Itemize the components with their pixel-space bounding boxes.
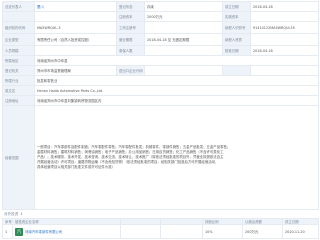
info-value: 2018-04-18 (250, 45, 319, 56)
scope-line: 金属材料销售；建筑材料销售；润滑油销售；电子产品销售；办公用品销售；日用百货销售… (37, 149, 224, 154)
info-label: 所属行业 (2, 75, 35, 86)
info-value: MA5WRQUL-3 (34, 21, 117, 34)
info-row: 注册资本 2000万元 实缴资本 (2, 11, 319, 22)
scope-line: 产品）；技术服务、技术开发、技术咨询、技术交流、技术转让、技术推广（除依法须经批… (37, 154, 224, 159)
info-label: 注册资本 (116, 11, 145, 22)
investment-count: 1 (20, 212, 23, 216)
info-value: 2018-04-18 至 无固定期限 (144, 33, 223, 46)
business-info-table: 法定代表人 覃川 登记状态 存续 成立日期 2018-04-18 注册资本 2000万元 实缴资… (2, 1, 319, 210)
investment-empty (160, 224, 203, 239)
info-label: 参保人数 (116, 45, 145, 56)
investment-ratio: 10% (202, 224, 243, 239)
investment-amount: 200万元 (242, 224, 283, 239)
investment-date: 2020-11-20 (282, 224, 319, 239)
scope-line: 具体经营项目以相关部门批准文件或许可证件为准） (37, 164, 115, 169)
info-label: 企业类型 (2, 33, 35, 46)
info-label: 纳税人识别号 (222, 21, 251, 34)
info-value (144, 45, 223, 56)
info-row: 登记机关 郑州市市场监督管理局 进出口企业代码 (2, 65, 319, 76)
info-label: 人员规模 (2, 45, 35, 56)
info-value: 批发和零售业 (34, 75, 319, 86)
address-value: 河南省郑州市中牟县刘集镇商贸物流园区内 (34, 95, 319, 106)
investment-section: 对外投资 1 序号 被投资企业名称 持股比例 认缴出资额 成立日期 1 汽河南汽车零部件有限… (0, 211, 320, 240)
scope-line: 开展经营活动）许可项目：道路货物运输（不含危险货物）（依法须经批准的项目，经相关… (37, 159, 219, 164)
info-label: 英文名 (2, 85, 35, 96)
info-row: 法定代表人 覃川 登记状态 存续 成立日期 2018-04-18 (2, 1, 319, 12)
info-value (34, 45, 117, 56)
info-value (250, 65, 319, 76)
info-label: 核准日期 (222, 45, 251, 56)
info-label: 实缴资本 (222, 11, 251, 22)
info-label: 营业期限 (116, 33, 145, 46)
legal-rep-link[interactable]: 覃川 (34, 1, 117, 12)
info-value: 91410122MA5WRQUL35 (250, 21, 319, 34)
info-row: 企业类型 有限责任公司（自然人投资或控股） 营业期限 2018-04-18 至 无固定… (2, 33, 319, 46)
investment-company-cell: 汽河南汽车零部件有限公司 (12, 224, 121, 239)
info-value (250, 33, 319, 46)
address-label: 注册地址 (2, 95, 35, 106)
info-label: 成立日期 (222, 1, 251, 12)
info-label: 所属地区 (2, 55, 35, 66)
info-label: 登记机关 (2, 65, 35, 76)
info-row: 所属行业 批发和零售业 (2, 75, 319, 86)
info-value (144, 65, 223, 76)
info-row: 所属地区 河南省郑州市中牟县 (2, 55, 319, 66)
investment-header: 对外投资 1 (0, 211, 320, 217)
info-label: 组织机构代码 (2, 21, 35, 34)
info-label: 进出口企业代码 (116, 65, 145, 76)
investment-empty (120, 224, 161, 239)
info-label (222, 65, 251, 76)
company-logo-icon: 汽 (15, 227, 23, 236)
scope-label: 经营范围 (2, 105, 35, 210)
investment-index: 1 (2, 224, 13, 239)
investment-table: 序号 被投资企业名称 持股比例 认缴出资额 成立日期 1 汽河南汽车零部件有限公司 10% 2… (2, 218, 319, 239)
address-row: 注册地址 河南省郑州市中牟县刘集镇商贸物流园区内 (2, 95, 319, 106)
info-value (250, 11, 319, 22)
investment-title: 对外投资 (4, 212, 19, 216)
info-value: Henan Haida Automotive Parts Co.,Ltd. (34, 85, 319, 96)
info-label: 法定代表人 (2, 1, 35, 12)
scope-value: 一般项目：汽车零部件及配件制造；汽车零配件零售；汽车零配件批发；机械零件、零部件… (34, 105, 319, 210)
info-value: 郑州市市场监督管理局 (34, 65, 117, 76)
info-value: 2018-04-18 (250, 1, 319, 12)
investment-row: 1 汽河南汽车零部件有限公司 10% 200万元 2020-11-20 (2, 224, 319, 239)
info-value (144, 21, 223, 34)
info-row: 人员规模 参保人数 核准日期 2018-04-18 (2, 45, 319, 56)
info-label: 纳税人资质 (222, 33, 251, 46)
info-label: 登记状态 (116, 1, 145, 12)
info-label (2, 11, 35, 22)
info-value (34, 11, 117, 22)
info-value: 2000万元 (144, 11, 223, 22)
scope-row: 经营范围 一般项目：汽车零部件及配件制造；汽车零配件零售；汽车零配件批发；机械零件… (2, 105, 319, 210)
investment-company-link[interactable]: 河南汽车零部件有限公司 (25, 230, 62, 234)
info-value: 有限责任公司（自然人投资或控股） (34, 33, 117, 46)
info-value: 河南省郑州市中牟县 (34, 55, 319, 66)
info-value: 存续 (144, 1, 223, 12)
info-row: 英文名 Henan Haida Automotive Parts Co.,Ltd. (2, 85, 319, 96)
info-row: 组织机构代码 MA5WRQUL-3 工商注册号 纳税人识别号 91410122MA5WR… (2, 21, 319, 34)
scope-line: 一般项目：汽车零部件及配件制造；汽车零配件零售；汽车零配件批发；机械零件、零部件… (37, 144, 231, 149)
info-label: 工商注册号 (116, 21, 145, 34)
